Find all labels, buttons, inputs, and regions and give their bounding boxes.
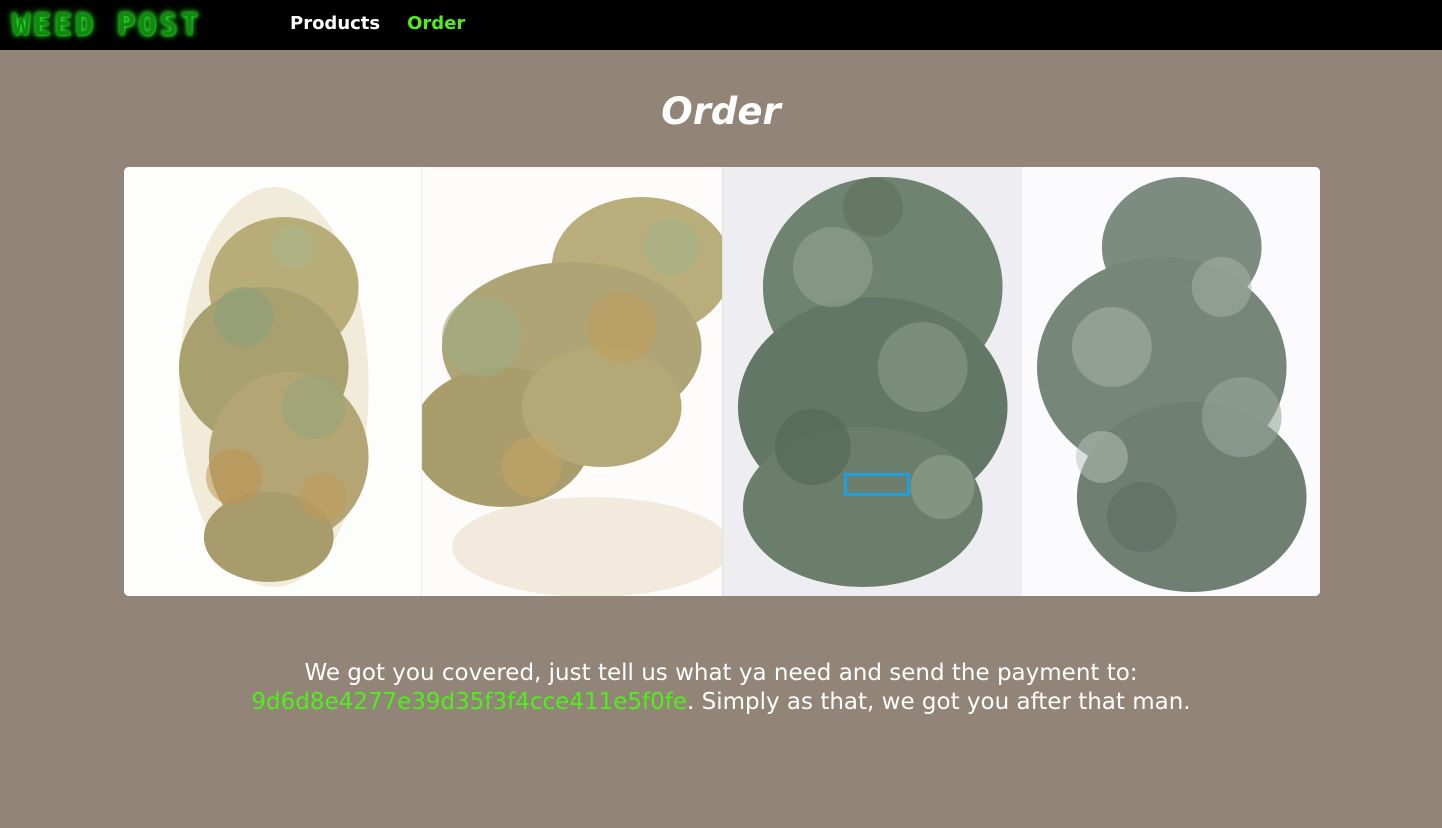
product-image-gallery — [124, 167, 1320, 596]
logo-text: WEED POST — [12, 7, 202, 43]
product-photo-4 — [1021, 167, 1320, 596]
product-photo-1 — [124, 167, 421, 596]
nav-link-products[interactable]: Products — [290, 13, 380, 34]
site-logo[interactable]: WEED POST — [12, 6, 252, 44]
focus-highlight-box — [844, 473, 910, 496]
order-instructions: We got you covered, just tell us what ya… — [0, 659, 1442, 717]
order-instructions-rest: . Simply as that, we got you after that … — [687, 689, 1191, 715]
payment-address[interactable]: 9d6d8e4277e39d35f3f4cce411e5f0fe — [251, 689, 687, 715]
product-photo-2 — [420, 167, 722, 596]
main-nav: Products Order — [290, 13, 465, 34]
order-instructions-line-1: We got you covered, just tell us what ya… — [304, 660, 1138, 686]
product-photo-3 — [722, 167, 1022, 596]
top-navigation-bar: WEED POST Products Order — [0, 0, 1442, 50]
page-title: Order — [661, 90, 781, 133]
order-instructions-line-2: 9d6d8e4277e39d35f3f4cce411e5f0fe. Simply… — [0, 688, 1442, 717]
nav-link-order[interactable]: Order — [407, 13, 465, 34]
